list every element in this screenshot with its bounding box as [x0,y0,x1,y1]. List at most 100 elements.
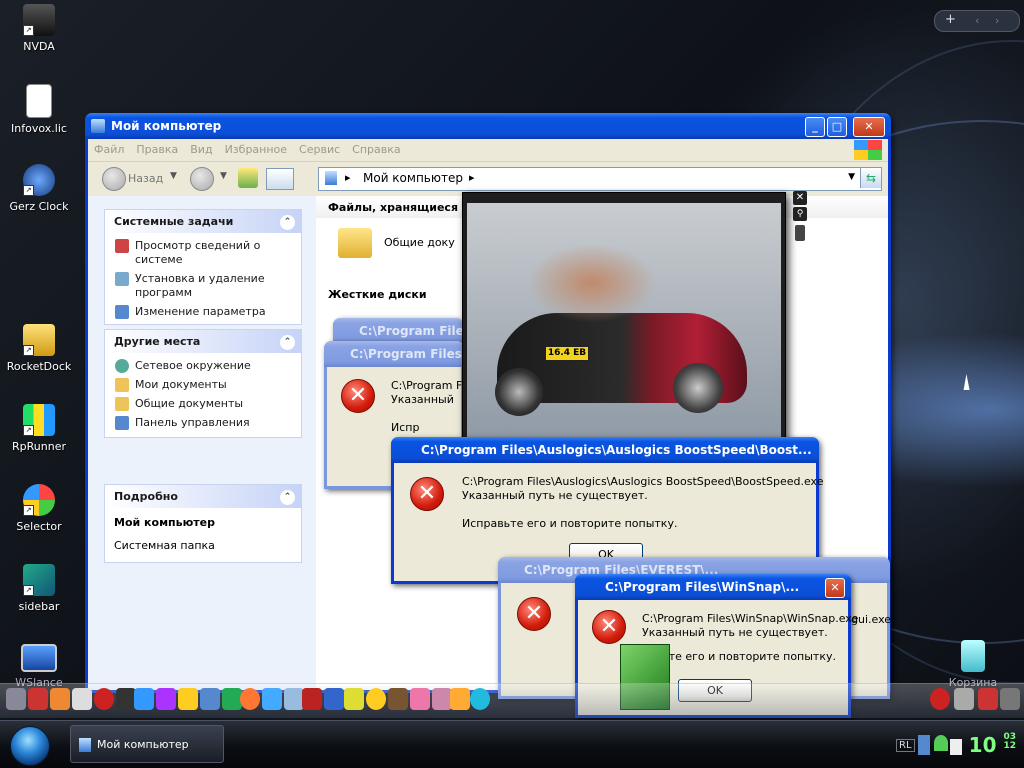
chevron-down-icon[interactable]: ▼ [170,171,177,181]
views-icon[interactable] [266,168,294,190]
dock-icon[interactable] [954,688,974,710]
image-viewer[interactable]: 16.4 EB ✕ ⚲ [462,191,807,452]
menu-edit[interactable]: Правка [130,139,184,161]
collapse-icon[interactable]: ⌃ [280,215,295,230]
dock-icon[interactable] [410,688,430,710]
dock-icon[interactable] [178,688,198,710]
drag-handle[interactable] [795,225,805,241]
chevron-down-icon[interactable]: ▼ [220,171,227,181]
error-icon: ✕ [592,610,626,644]
menu-tools[interactable]: Сервис [293,139,346,161]
dock-icon[interactable] [116,688,136,710]
tray-icon[interactable] [918,735,930,755]
dock-icon[interactable] [450,688,470,710]
place-control-panel[interactable]: Панель управления [105,414,301,433]
back-button-label[interactable]: Назад [128,172,163,185]
collapse-icon[interactable]: ⌃ [280,490,295,505]
dock-icon[interactable] [262,688,282,710]
place-my-documents[interactable]: Мои документы [105,376,301,395]
task-change-setting[interactable]: Изменение параметра [105,303,301,322]
dock-icon[interactable] [388,688,408,710]
firefox-icon[interactable] [240,688,260,710]
close-icon[interactable]: ✕ [793,191,807,205]
wallpaper-photo: 16.4 EB [467,203,781,441]
address-bar[interactable]: ▸ Мой компьютер ▸ ▼ ⇆ [318,167,882,191]
desktop-icon-selector[interactable]: ↗ Selector [4,484,74,533]
dock-icon[interactable] [6,688,26,710]
tray-icon[interactable] [950,739,962,755]
zoom-icon[interactable]: ⚲ [793,207,807,221]
add-gadget-icon[interactable]: + [945,12,956,27]
start-button[interactable] [10,726,50,766]
menu-help[interactable]: Справка [346,139,406,161]
task-add-remove-programs[interactable]: Установка и удаление программ [105,270,301,303]
dialog-message: Указанный путь не существует. [642,626,828,639]
my-computer-icon [79,738,91,752]
window-title: Мой компьютер [111,119,222,133]
refresh-icon[interactable]: ⇆ [860,168,881,188]
dock-icon[interactable] [134,688,154,710]
group-header[interactable]: Другие места ⌃ [105,330,301,353]
dock-icon[interactable] [94,688,114,710]
dock-icon[interactable] [366,688,386,710]
dock-icon[interactable] [302,688,322,710]
other-places-group: Другие места ⌃ Сетевое окружение Мои доку… [104,329,302,438]
place-shared-documents[interactable]: Общие документы [105,395,301,414]
dock-icon[interactable] [200,688,220,710]
dock-icon[interactable] [72,688,92,710]
close-button[interactable]: ✕ [853,117,885,137]
desktop-icon-label: Gerz Clock [9,200,69,213]
place-network[interactable]: Сетевое окружение [105,357,301,376]
dock-icon[interactable] [432,688,452,710]
sidebar-gadget-controls[interactable]: + ‹ › [934,10,1020,32]
minimize-button[interactable]: _ [805,117,825,137]
dock-icon[interactable] [324,688,344,710]
folder-up-icon[interactable] [238,168,258,188]
rocketdock-icon: ↗ [23,324,55,356]
dock-icon[interactable] [156,688,176,710]
dock-icon[interactable] [222,688,242,710]
desktop-icon-gerz-clock[interactable]: ↗ Gerz Clock [4,164,74,213]
desktop-icon-rprunner[interactable]: ↗ RpRunner [4,404,74,453]
explorer-titlebar[interactable]: Мой компьютер _ □ ✕ [85,113,891,139]
folder-icon[interactable] [338,228,372,258]
maximize-button[interactable]: □ [827,117,847,137]
system-tray: RL 10 03 12 [884,721,1024,768]
desktop-icon-sidebar[interactable]: ↗ sidebar [4,564,74,613]
task-view-system-info[interactable]: Просмотр сведений о системе [105,237,301,270]
dock-icon[interactable] [1000,688,1020,710]
dock-icon[interactable] [28,688,48,710]
back-icon[interactable] [102,167,126,191]
desktop-icon-infovox[interactable]: Infovox.lic [4,84,74,135]
address-dropdown-icon[interactable]: ▼ [848,172,855,182]
shared-documents-item[interactable]: Общие доку [384,236,455,249]
menu-view[interactable]: Вид [184,139,218,161]
collapse-icon[interactable]: ⌃ [280,335,295,350]
prev-icon[interactable]: ‹ [975,14,979,27]
dock-icon[interactable] [470,688,490,710]
error-icon: ✕ [410,477,444,511]
dock-icon[interactable] [344,688,364,710]
dock-icon[interactable] [978,688,998,710]
dock-icon[interactable] [284,688,304,710]
control-panel-icon [115,305,129,319]
clock[interactable]: 10 03 12 [969,733,1016,758]
desktop-icon-rocketdock[interactable]: ↗ RocketDock [4,324,74,373]
next-icon[interactable]: › [995,14,999,27]
menu-file[interactable]: Файл [88,139,130,161]
group-header[interactable]: Системные задачи ⌃ [105,210,301,233]
menu-favorites[interactable]: Избранное [219,139,293,161]
error-icon: ✕ [341,379,375,413]
wifi-icon[interactable] [934,735,948,751]
language-indicator[interactable]: RL [896,739,915,752]
desktop-icon-label: sidebar [18,600,60,613]
desktop-icon-nvda[interactable]: ↗ NVDA [4,4,74,53]
dock-icon[interactable] [50,688,70,710]
desktop-icon-recycle-bin[interactable]: Корзина [938,640,1008,689]
forward-icon[interactable] [190,167,214,191]
group-header[interactable]: Подробно ⌃ [105,485,301,508]
taskbar-item-my-computer[interactable]: Мой компьютер [70,725,224,763]
close-button[interactable]: ✕ [825,578,845,598]
dock-icon[interactable] [930,688,950,710]
rprunner-icon: ↗ [23,404,55,436]
